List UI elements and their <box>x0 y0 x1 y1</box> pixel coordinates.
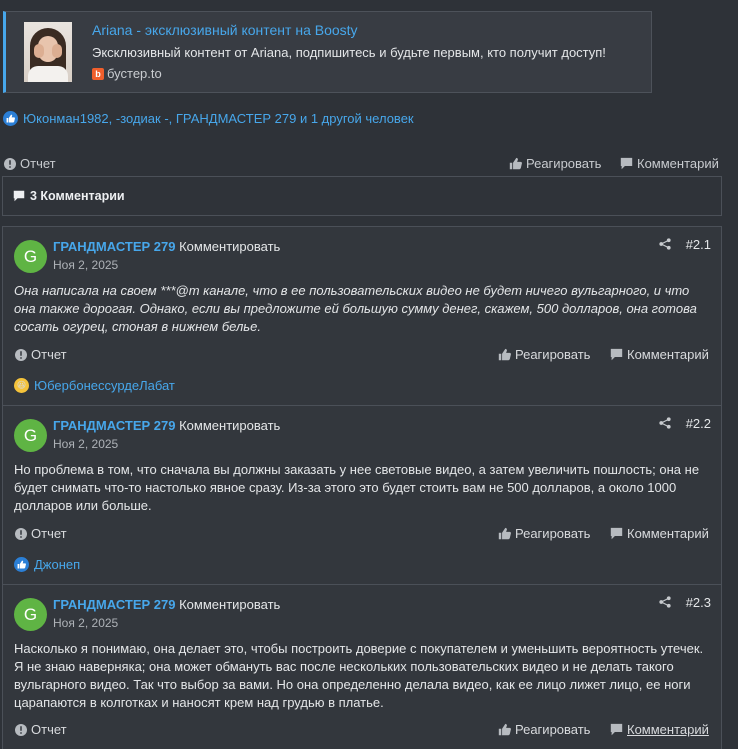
comment-verb: Комментировать <box>179 239 281 254</box>
react-label: Реагировать <box>526 156 602 171</box>
share-icon <box>659 417 671 429</box>
share-icon <box>659 238 671 250</box>
comment-icon <box>610 527 623 540</box>
share-icon <box>659 596 671 608</box>
comment-icon <box>13 190 25 202</box>
laugh-reaction-icon: 😆 <box>14 378 29 393</box>
report-button[interactable]: Отчет <box>4 156 56 171</box>
comments-header: 3 Комментарии <box>2 176 722 216</box>
report-icon <box>4 157 16 170</box>
embed-description: Эксклюзивный контент от Ariana, подпишит… <box>92 45 606 60</box>
embed-title-link[interactable]: Ariana - эксклюзивный контент на Boosty <box>92 22 358 38</box>
comment-item: G ГРАНДМАСТЕР 279 Комментировать Ноя 2, … <box>2 584 722 749</box>
report-label: Отчет <box>31 722 67 737</box>
avatar[interactable]: G <box>14 419 47 452</box>
comment-reactions: Джонеп <box>14 557 80 572</box>
post-reaction-users-link[interactable]: Юконман1982, -зодиак -, ГРАНДМАСТЕР 279 … <box>23 111 414 126</box>
react-button[interactable]: Реагировать <box>498 722 590 737</box>
post-action-bar: Отчет Реагировать Комментарий <box>0 154 738 174</box>
comment-icon <box>620 157 633 170</box>
comment-author-link[interactable]: ГРАНДМАСТЕР 279 <box>53 239 175 254</box>
comment-button[interactable]: Комментарий <box>610 526 709 541</box>
report-label: Отчет <box>20 156 56 171</box>
like-reaction-icon <box>3 111 18 126</box>
comment-body: Но проблема в том, что сначала вы должны… <box>14 462 700 513</box>
react-button[interactable]: Реагировать <box>498 347 590 362</box>
comment-author: ГРАНДМАСТЕР 279 Комментировать <box>53 418 280 433</box>
report-button[interactable]: Отчет <box>15 347 67 362</box>
report-icon <box>15 527 27 540</box>
report-button[interactable]: Отчет <box>15 526 67 541</box>
comment-button[interactable]: Комментарий <box>610 722 709 737</box>
react-button[interactable]: Реагировать <box>509 156 601 171</box>
comment-author: ГРАНДМАСТЕР 279 Комментировать <box>53 239 280 254</box>
boosty-icon: b <box>92 67 104 80</box>
report-button[interactable]: Отчет <box>15 722 67 737</box>
comment-author-link[interactable]: ГРАНДМАСТЕР 279 <box>53 418 175 433</box>
comment-reaction-user-link[interactable]: ЮбербонессурдеЛабат <box>34 378 175 393</box>
react-label: Реагировать <box>515 526 591 541</box>
comment-reactions: 😆 ЮбербонессурдеЛабат <box>14 378 175 393</box>
comment-button[interactable]: Комментарий <box>620 156 719 171</box>
report-label: Отчет <box>31 526 67 541</box>
report-icon <box>15 348 27 361</box>
comment-icon <box>610 723 623 736</box>
comment-author-link[interactable]: ГРАНДМАСТЕР 279 <box>53 597 175 612</box>
comment-label: Комментарий <box>627 526 709 541</box>
comment-date[interactable]: Ноя 2, 2025 <box>53 616 118 630</box>
comment-verb: Комментировать <box>179 597 281 612</box>
comment-verb: Комментировать <box>179 418 281 433</box>
thumbs-up-icon <box>509 157 522 170</box>
share-button[interactable] <box>659 238 671 253</box>
share-button[interactable] <box>659 596 671 611</box>
comment-body: Она написала на своем ***@m канале, что … <box>14 283 697 334</box>
comment-number-link[interactable]: #2.2 <box>686 416 711 431</box>
comment-item: G ГРАНДМАСТЕР 279 Комментировать Ноя 2, … <box>2 405 722 585</box>
comment-icon <box>610 348 623 361</box>
thumbs-up-icon <box>498 723 511 736</box>
thumbs-up-icon <box>498 527 511 540</box>
comment-label: Комментарий <box>637 156 719 171</box>
comment-item: G ГРАНДМАСТЕР 279 Комментировать Ноя 2, … <box>2 226 722 406</box>
post-reactions: Юконман1982, -зодиак -, ГРАНДМАСТЕР 279 … <box>3 111 414 126</box>
boosty-embed-card[interactable]: Ariana - эксклюзивный контент на Boosty … <box>3 11 652 93</box>
comment-button[interactable]: Комментарий <box>610 347 709 362</box>
comment-date[interactable]: Ноя 2, 2025 <box>53 258 118 272</box>
comment-author: ГРАНДМАСТЕР 279 Комментировать <box>53 597 280 612</box>
comment-number-link[interactable]: #2.3 <box>686 595 711 610</box>
comment-date[interactable]: Ноя 2, 2025 <box>53 437 118 451</box>
comment-number-link[interactable]: #2.1 <box>686 237 711 252</box>
comment-label: Комментарий <box>627 347 709 362</box>
comment-label: Комментарий <box>627 722 709 737</box>
comment-reaction-user-link[interactable]: Джонеп <box>34 557 80 572</box>
thumbs-up-icon <box>498 348 511 361</box>
like-reaction-icon <box>14 557 29 572</box>
avatar[interactable]: G <box>14 240 47 273</box>
report-label: Отчет <box>31 347 67 362</box>
avatar[interactable]: G <box>14 598 47 631</box>
comment-body: Насколько я понимаю, она делает это, что… <box>14 641 704 710</box>
embed-source-label: бустер.to <box>107 66 162 81</box>
report-icon <box>15 723 27 736</box>
share-button[interactable] <box>659 417 671 432</box>
react-label: Реагировать <box>515 347 591 362</box>
comments-count-label: 3 Комментарии <box>30 189 125 203</box>
embed-thumbnail[interactable] <box>24 22 72 82</box>
react-button[interactable]: Реагировать <box>498 526 590 541</box>
embed-source[interactable]: b бустер.to <box>92 66 162 81</box>
react-label: Реагировать <box>515 722 591 737</box>
